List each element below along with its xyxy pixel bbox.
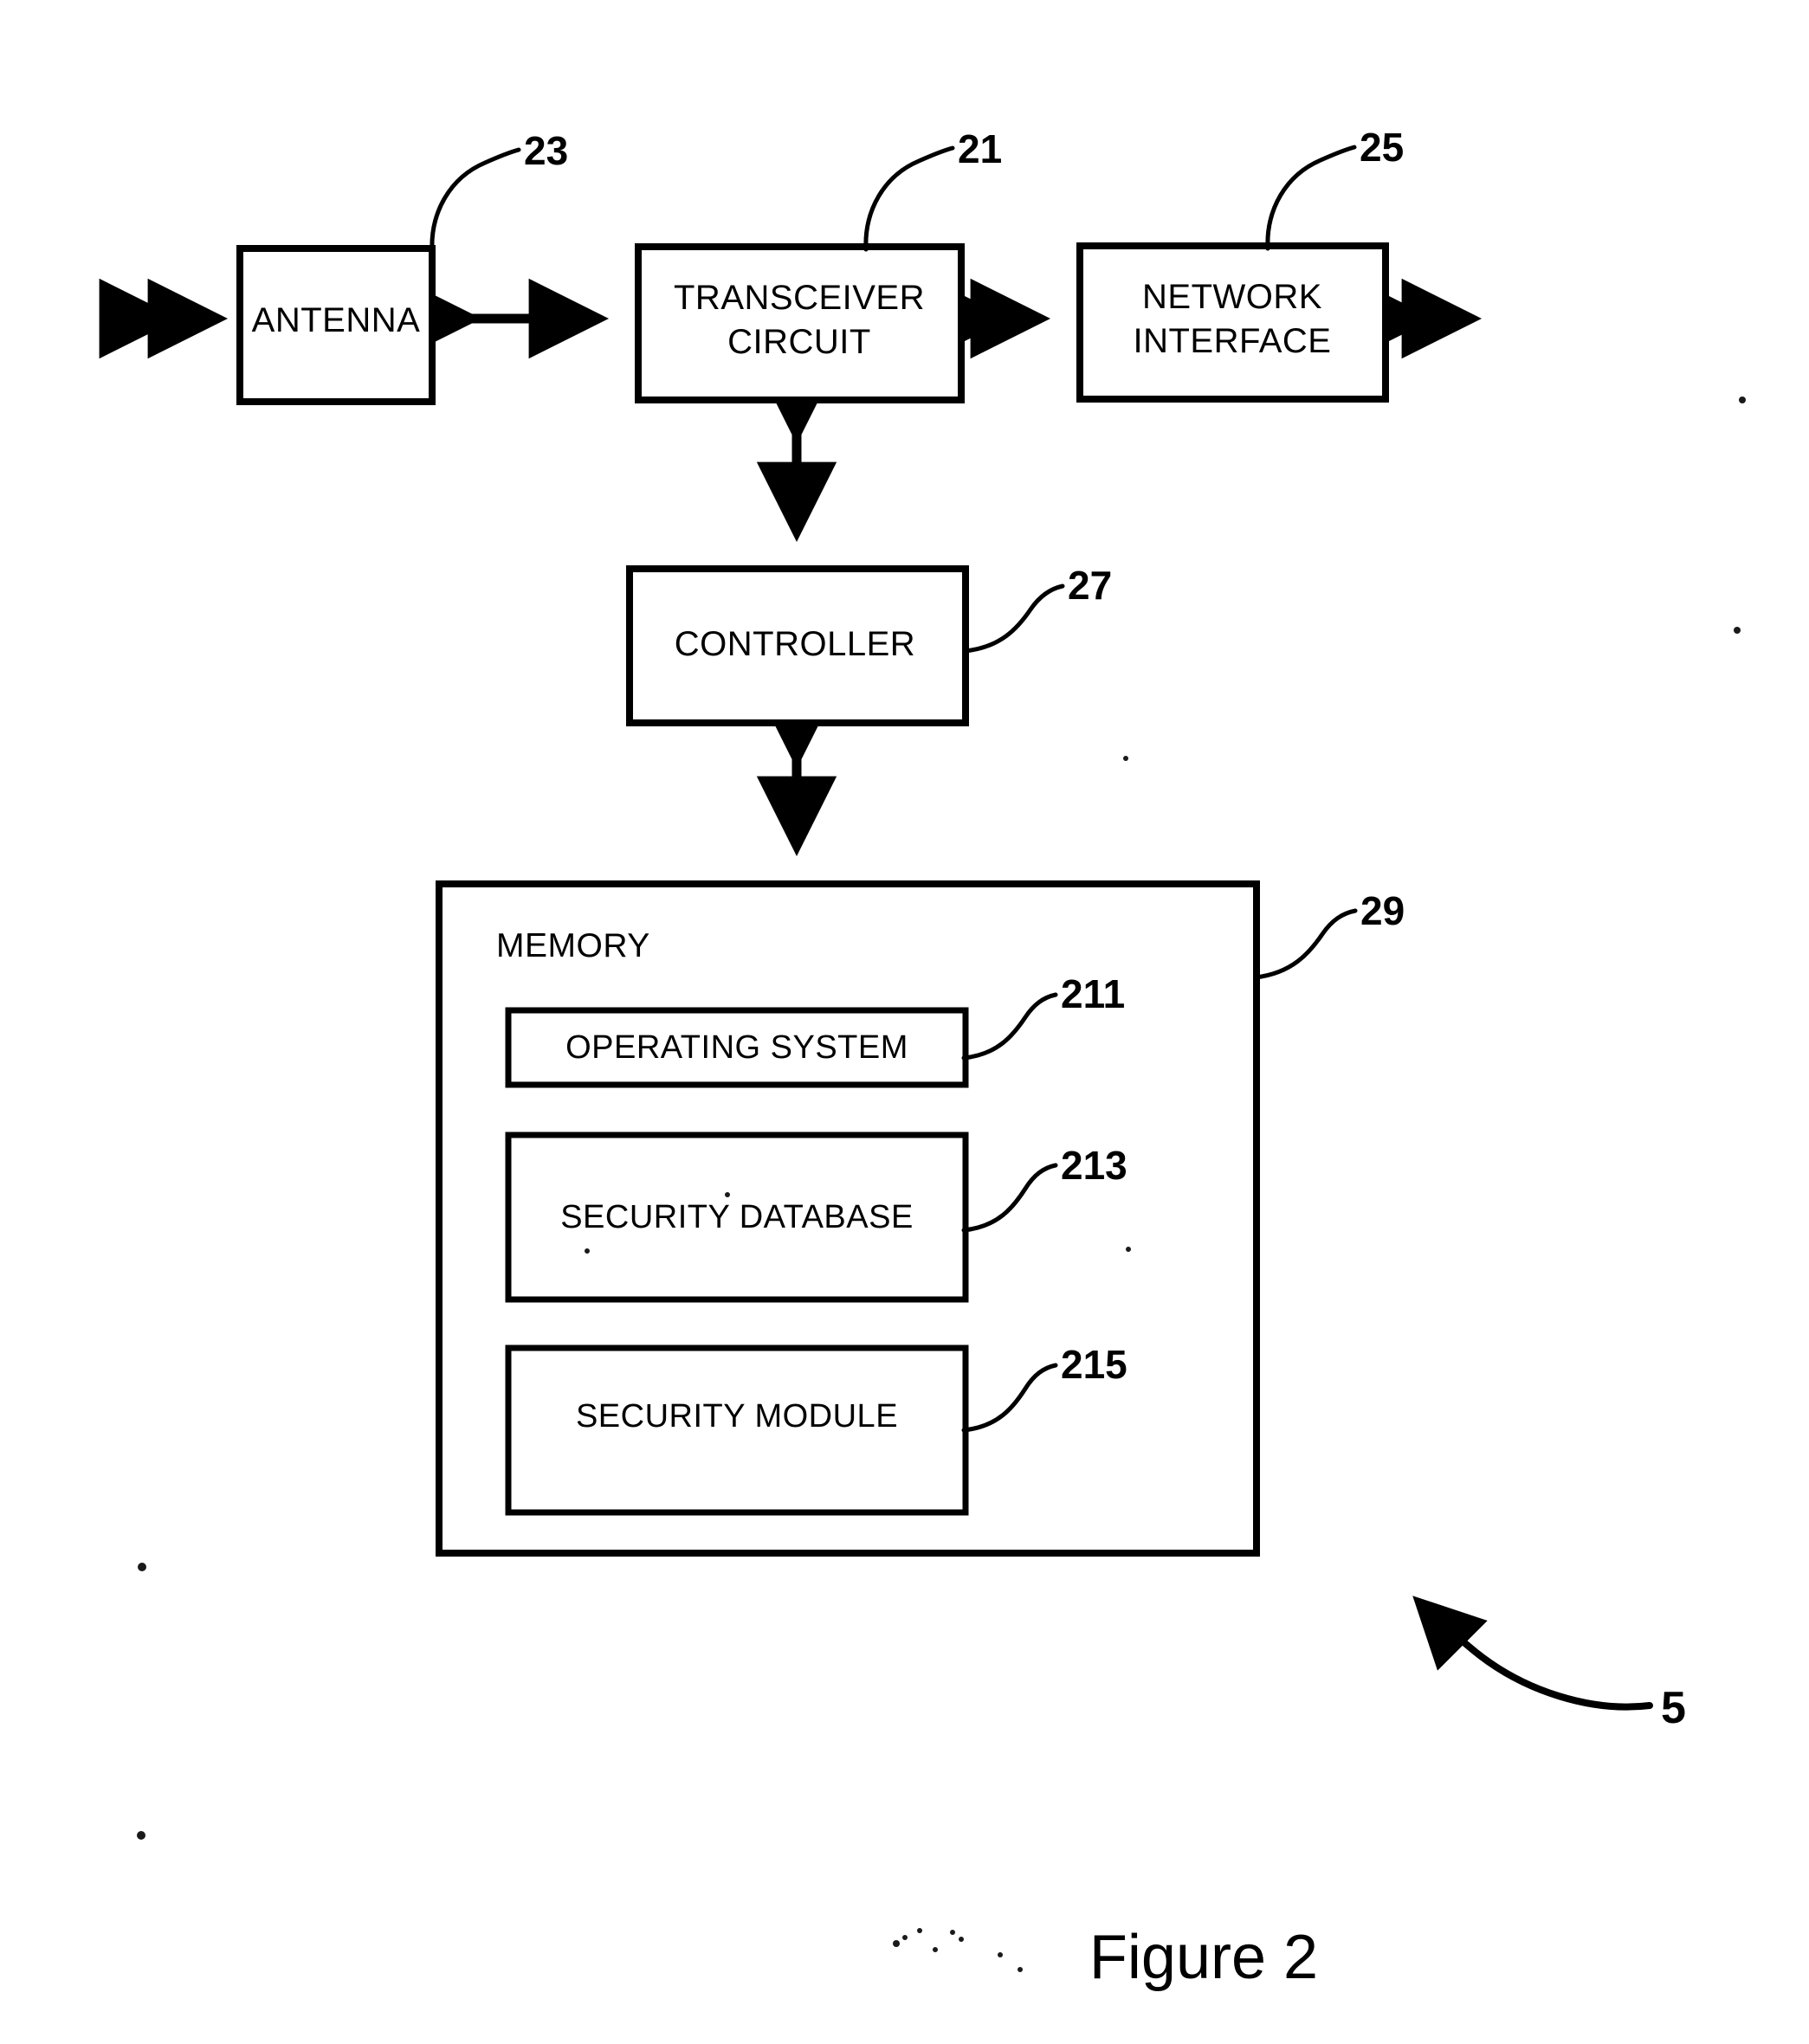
block-controller-label: CONTROLLER [675, 625, 915, 663]
block-operating-system-label: OPERATING SYSTEM [565, 1029, 908, 1066]
block-transceiver-label-line1: TRANSCEIVER [674, 279, 925, 317]
ref-number-213: 213 [1061, 1143, 1127, 1188]
block-network-interface-label-line2: INTERFACE [1134, 322, 1332, 360]
block-transceiver-label-line2: CIRCUIT [727, 323, 871, 361]
ref-number-29: 29 [1360, 888, 1405, 933]
figure-page: ANTENNA 23 TRANSCEIVER CIRCUIT 21 NETWOR… [0, 0, 1809, 2044]
block-antenna[interactable]: ANTENNA [236, 245, 436, 405]
figure-caption: Figure 2 [1089, 1923, 1318, 1992]
block-antenna-label: ANTENNA [252, 301, 421, 339]
ref-number-215: 215 [1061, 1342, 1127, 1387]
block-security-module-label: SECURITY MODULE [576, 1398, 898, 1435]
ref-number-23: 23 [524, 128, 568, 173]
ref-number-5: 5 [1661, 1683, 1686, 1733]
patent-block-diagram: ANTENNA 23 TRANSCEIVER CIRCUIT 21 NETWOR… [0, 0, 1809, 2044]
block-network-interface[interactable]: NETWORK INTERFACE [1076, 242, 1389, 403]
block-transceiver-circuit[interactable]: TRANSCEIVER CIRCUIT [635, 243, 965, 403]
block-operating-system[interactable]: OPERATING SYSTEM [505, 1007, 969, 1088]
block-memory-label: MEMORY [496, 927, 650, 964]
block-security-database[interactable]: SECURITY DATABASE [505, 1132, 969, 1303]
block-controller[interactable]: CONTROLLER [626, 565, 969, 726]
ref-number-21: 21 [958, 126, 1002, 171]
block-security-module[interactable]: SECURITY MODULE [505, 1344, 969, 1516]
ref-number-27: 27 [1068, 563, 1112, 608]
block-network-interface-label-line1: NETWORK [1142, 278, 1322, 316]
ref-number-211: 211 [1061, 971, 1125, 1016]
ref-number-25: 25 [1360, 125, 1404, 170]
block-security-database-label: SECURITY DATABASE [560, 1199, 914, 1235]
